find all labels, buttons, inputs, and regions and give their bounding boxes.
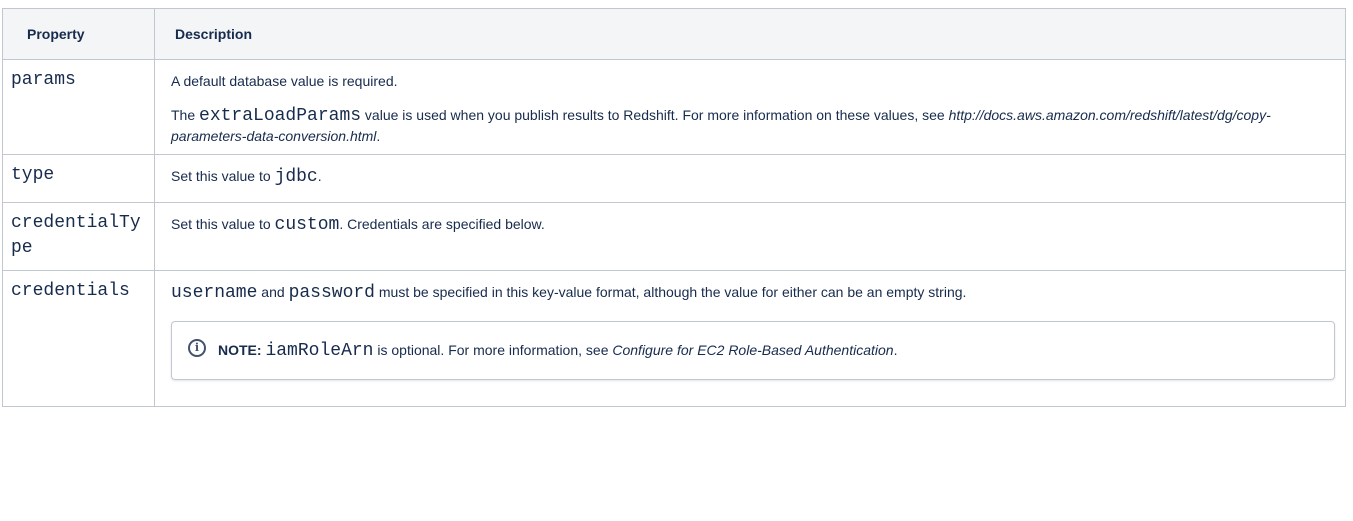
table-row-credentials: credentials username and password must b… xyxy=(2,270,1346,407)
extra-load-params-code: extraLoadParams xyxy=(199,106,362,126)
column-header-description: Description xyxy=(154,8,1346,60)
type-description: Set this value to jdbc. xyxy=(171,166,1335,187)
params-line2-end: . xyxy=(376,128,381,144)
table-row-type: type Set this value to jdbc. xyxy=(2,154,1346,203)
iam-role-arn-code: iamRoleArn xyxy=(265,341,374,361)
note-text: is optional. For more information, see xyxy=(373,342,613,358)
params-line2-text: value is used when you publish results t… xyxy=(361,107,949,123)
credentials-desc-suffix: must be specified in this key-value form… xyxy=(374,284,967,300)
params-description-line1: A default database value is required. xyxy=(171,73,398,89)
credentials-description: username and password must be specified … xyxy=(171,282,1335,303)
info-icon: i xyxy=(188,339,206,357)
table-row-params: params A default database value is requi… xyxy=(2,59,1346,155)
params-line2-prefix: The xyxy=(171,107,200,123)
password-code: password xyxy=(288,283,375,303)
credentials-desc-mid: and xyxy=(257,284,289,300)
type-desc-prefix: Set this value to xyxy=(171,168,275,184)
description-credentials: username and password must be specified … xyxy=(154,270,1346,407)
custom-code: custom xyxy=(274,215,340,235)
username-code: username xyxy=(171,283,258,303)
property-name-credential-type: credentialType xyxy=(2,202,155,271)
type-desc-suffix: . xyxy=(317,168,322,184)
description-params: A default database value is required. Th… xyxy=(154,59,1346,155)
column-header-property: Property xyxy=(2,8,155,60)
credential-type-description: Set this value to custom. Credentials ar… xyxy=(171,214,1335,235)
properties-table-container: Property Description params A default da… xyxy=(2,8,1346,407)
properties-table: Property Description params A default da… xyxy=(2,8,1346,407)
jdbc-code: jdbc xyxy=(274,167,318,187)
property-name-type: type xyxy=(2,154,155,203)
property-name-credentials: credentials xyxy=(2,270,155,407)
credtype-desc-prefix: Set this value to xyxy=(171,216,275,232)
note-panel: i NOTE: iamRoleArn is optional. For more… xyxy=(171,321,1335,380)
description-credential-type: Set this value to custom. Credentials ar… xyxy=(154,202,1346,271)
note-end: . xyxy=(893,342,898,358)
ec2-auth-link[interactable]: Configure for EC2 Role-Based Authenticat… xyxy=(612,342,893,358)
params-description-line2: The extraLoadParams value is used when y… xyxy=(171,105,1335,146)
note-label: NOTE: xyxy=(218,342,262,358)
property-name-params: params xyxy=(2,59,155,155)
table-header-row: Property Description xyxy=(2,8,1346,60)
credtype-desc-suffix: . Credentials are specified below. xyxy=(339,216,545,232)
table-row-credential-type: credentialType Set this value to custom.… xyxy=(2,202,1346,271)
description-type: Set this value to jdbc. xyxy=(154,154,1346,203)
